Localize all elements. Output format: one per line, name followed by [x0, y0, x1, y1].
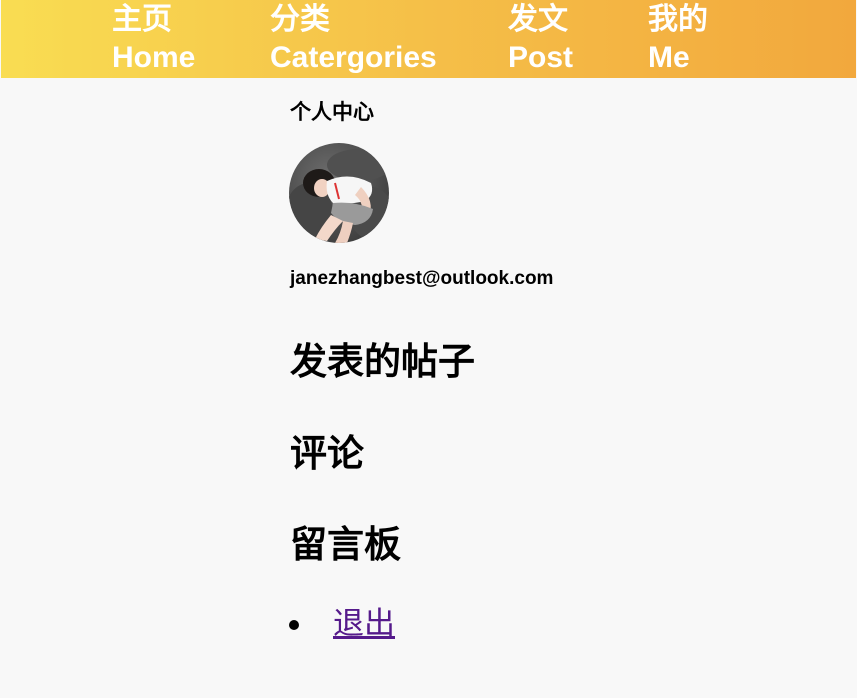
nav-me-en: Me — [648, 41, 690, 74]
logout-link[interactable]: 退出 — [333, 606, 395, 642]
list-item: 退出 — [288, 604, 395, 644]
nav-categories-zh: 分类 — [270, 2, 330, 37]
section-comments[interactable]: 评论 — [290, 423, 364, 477]
nav-categories-link[interactable]: 分类 Catergories — [270, 1, 437, 77]
section-published-posts[interactable]: 发表的帖子 — [290, 331, 475, 385]
profile-menu-list: 退出 — [288, 604, 395, 644]
nav-post-link[interactable]: 发文 Post — [508, 1, 573, 77]
nav-post-en: Post — [508, 41, 574, 74]
nav-me-link[interactable]: 我的 Me — [648, 1, 708, 77]
nav-home-zh: 主页 — [112, 2, 172, 37]
nav-home-link[interactable]: 主页 Home — [112, 1, 195, 77]
nav-me-zh: 我的 — [648, 2, 708, 37]
profile-title: 个人中心 — [290, 100, 374, 124]
section-message-board[interactable]: 留言板 — [290, 514, 401, 568]
nav-categories-en: Catergories — [270, 41, 437, 74]
nav-post-zh: 发文 — [508, 2, 568, 37]
top-navbar: 主页 Home 分类 Catergories 发文 Post 我的 Me — [1, 0, 856, 78]
avatar — [289, 143, 389, 243]
bullet-icon — [289, 620, 299, 630]
nav-home-en: Home — [112, 41, 196, 74]
profile-email: janezhangbest@outlook.com — [290, 268, 554, 289]
avatar-image — [289, 143, 389, 243]
